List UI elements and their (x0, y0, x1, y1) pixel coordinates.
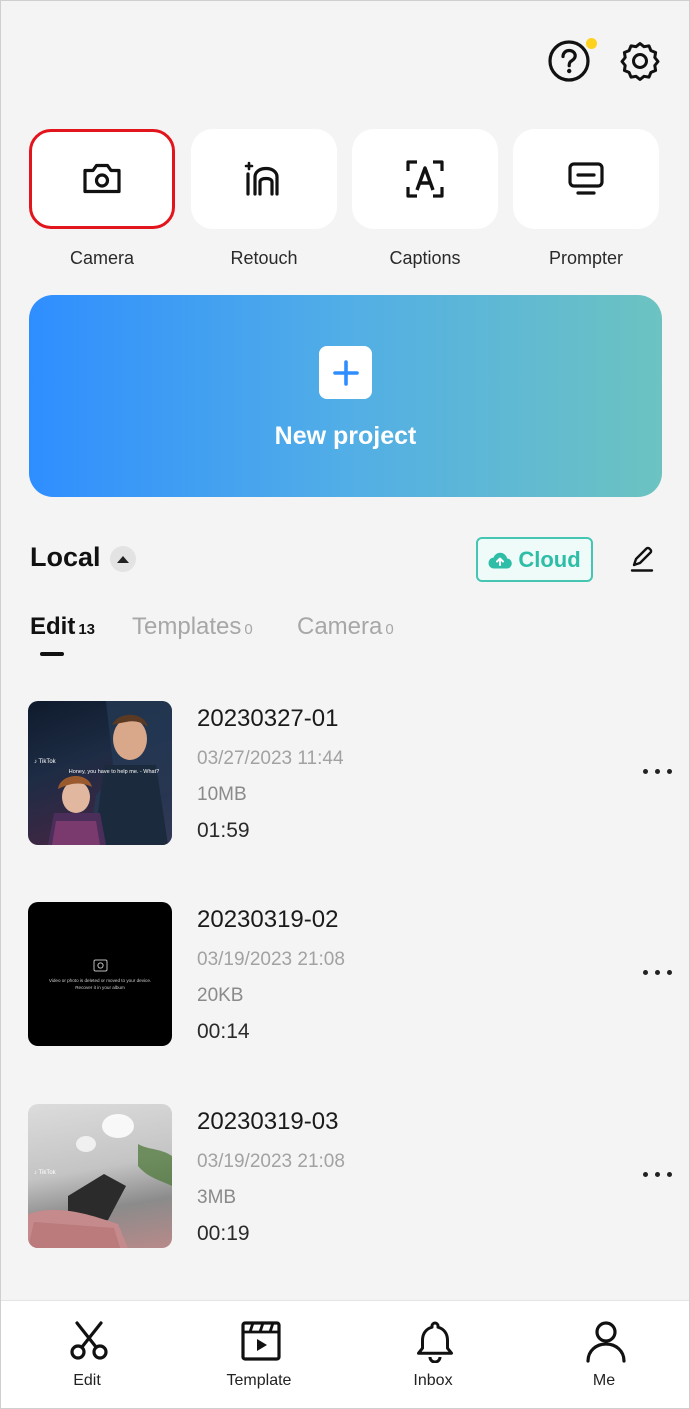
dot (654, 1171, 660, 1177)
nav-icon (584, 1319, 628, 1363)
tab-templates[interactable]: Templates 0 (132, 613, 253, 641)
manage-projects-button[interactable] (625, 542, 659, 576)
more-options-button[interactable] (633, 757, 681, 785)
local-title: Local (30, 542, 101, 572)
dot (666, 1171, 672, 1177)
tool-label: Captions (389, 248, 461, 268)
template-clapper-icon (241, 1321, 281, 1361)
project-thumbnail: Video or photo is deleted or moved to yo… (28, 902, 172, 1046)
tool-retouch-button[interactable] (191, 129, 337, 229)
dot (642, 768, 648, 774)
nav-inbox[interactable]: Inbox (373, 1301, 493, 1409)
project-date: 03/19/2023 21:08 (197, 949, 345, 970)
project-name: 20230319-02 (197, 906, 339, 933)
nav-label: Me (592, 1372, 616, 1389)
cloud-upload-icon (488, 552, 513, 569)
tab-count: 0 (385, 621, 394, 638)
tab-count: 13 (78, 621, 96, 638)
tool-retouch[interactable]: Retouch (191, 129, 337, 269)
tool-captions-button[interactable] (352, 129, 498, 229)
tiktok-watermark: ♪ TikTok (34, 759, 57, 765)
tiktok-watermark: ♪ TikTok (34, 1170, 57, 1176)
cloud-button[interactable]: Cloud (476, 537, 593, 582)
project-thumbnail: ♪ TikTok (28, 1104, 172, 1248)
nav-me[interactable]: Me (544, 1301, 664, 1409)
nav-template[interactable]: Template (199, 1301, 319, 1409)
nav-edit[interactable]: Edit (27, 1301, 147, 1409)
settings-button[interactable] (618, 39, 662, 83)
tool-prompter[interactable]: Prompter (513, 129, 659, 269)
project-name: 20230327-01 (197, 705, 339, 732)
project-thumbnail: ♪ TikTok Honey, you have to help me. - W… (28, 701, 172, 845)
project-duration: 00:14 (197, 1020, 250, 1043)
camera-icon (83, 163, 121, 194)
missing-media-icon (93, 959, 108, 972)
tab-camera[interactable]: Camera 0 (297, 613, 394, 641)
prompter-icon (568, 162, 604, 195)
plus-icon (332, 359, 359, 386)
project-size: 3MB (197, 1187, 237, 1208)
nav-icon (413, 1319, 457, 1363)
project-date: 03/27/2023 11:44 (197, 748, 344, 769)
dot (642, 1171, 648, 1177)
project-item[interactable]: Video or photo is deleted or moved to yo… (1, 902, 689, 1048)
project-duration: 01:59 (197, 819, 250, 842)
nav-icon (67, 1319, 111, 1363)
tab-label: Edit (30, 613, 76, 640)
gear-icon (620, 42, 660, 81)
notification-dot (586, 38, 597, 49)
tool-captions[interactable]: Captions (352, 129, 498, 269)
missing-media-line1: Video or photo is deleted or moved to yo… (48, 978, 152, 983)
thumbnail-image: ♪ TikTok (28, 1114, 172, 1248)
tool-prompter-button[interactable] (513, 129, 659, 229)
new-project-button[interactable]: New project (29, 295, 662, 497)
help-button[interactable] (547, 39, 591, 83)
retouch-icon (244, 161, 279, 196)
more-options-button[interactable] (633, 1160, 681, 1188)
nav-label: Inbox (413, 1372, 453, 1389)
more-options-button[interactable] (633, 958, 681, 986)
new-project-label: New project (274, 422, 417, 450)
tab-label: Templates (132, 613, 242, 640)
project-name: 20230319-03 (197, 1108, 339, 1135)
tab-label: Camera (297, 613, 383, 640)
thumbnail-caption: Honey, you have to help me. - What? (68, 769, 160, 775)
project-item[interactable]: ♪ TikTok 20230319-03 03/19/2023 21:08 3M… (1, 1104, 689, 1250)
person-icon (586, 1321, 626, 1363)
pencil-icon (630, 546, 654, 572)
tool-camera-button[interactable] (29, 129, 175, 229)
scissors-icon (70, 1321, 108, 1360)
bell-icon (417, 1321, 453, 1363)
project-item[interactable]: ♪ TikTok Honey, you have to help me. - W… (1, 701, 689, 847)
tab-edit[interactable]: Edit 13 (30, 613, 95, 641)
nav-icon (239, 1319, 283, 1363)
dot (666, 969, 672, 975)
tab-count: 0 (244, 621, 253, 638)
dot (654, 969, 660, 975)
top-bar (1, 1, 689, 121)
help-circle-icon (548, 40, 590, 82)
nav-label: Template (226, 1372, 292, 1389)
active-tab-indicator (40, 652, 64, 656)
dot (666, 768, 672, 774)
plus-icon-box (319, 346, 372, 399)
quick-tools: Camera Retouch Captions Prompter (1, 129, 689, 279)
tool-camera[interactable]: Camera (29, 129, 175, 269)
project-size: 20KB (197, 985, 244, 1006)
tool-label: Prompter (548, 248, 624, 268)
project-size: 10MB (197, 784, 247, 805)
captions-icon (406, 160, 444, 198)
dot (654, 768, 660, 774)
local-collapse-toggle[interactable] (110, 546, 136, 572)
project-duration: 00:19 (197, 1222, 250, 1245)
caret-up-icon (117, 556, 129, 563)
nav-label: Edit (73, 1372, 101, 1389)
bottom-navigation: Edit Template Inbox Me (1, 1300, 689, 1408)
tool-label: Camera (69, 248, 135, 268)
dot (642, 969, 648, 975)
missing-media-line2: Recover it in your album (75, 985, 125, 990)
project-date: 03/19/2023 21:08 (197, 1151, 345, 1172)
cloud-label: Cloud (518, 546, 581, 572)
tool-label: Retouch (230, 248, 298, 268)
